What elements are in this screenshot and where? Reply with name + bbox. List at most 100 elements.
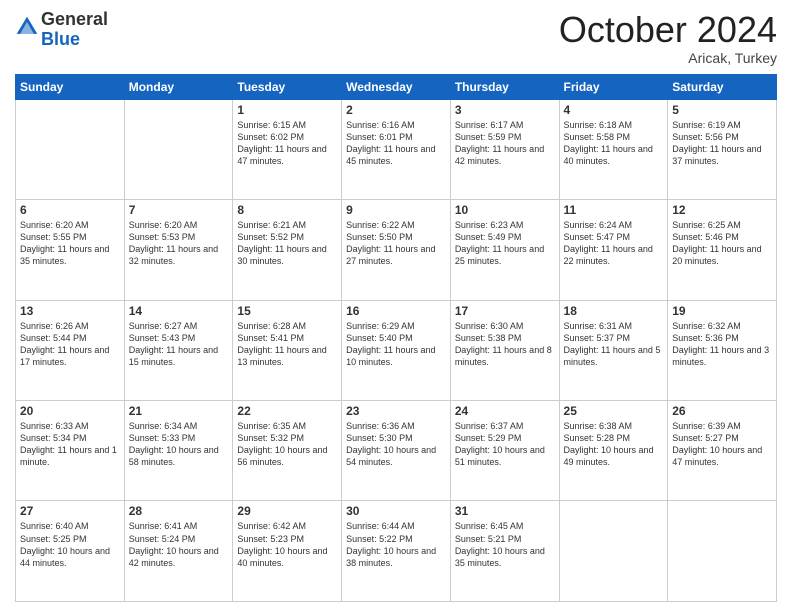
day-cell: 29 Sunrise: 6:42 AM Sunset: 5:23 PM Dayli… bbox=[233, 501, 342, 602]
day-info: Sunrise: 6:16 AM Sunset: 6:01 PM Dayligh… bbox=[346, 119, 446, 168]
day-cell: 6 Sunrise: 6:20 AM Sunset: 5:55 PM Daylig… bbox=[16, 200, 125, 300]
title-block: October 2024 Aricak, Turkey bbox=[559, 10, 777, 66]
day-cell: 22 Sunrise: 6:35 AM Sunset: 5:32 PM Dayli… bbox=[233, 401, 342, 501]
day-info: Sunrise: 6:28 AM Sunset: 5:41 PM Dayligh… bbox=[237, 320, 337, 369]
day-cell: 9 Sunrise: 6:22 AM Sunset: 5:50 PM Daylig… bbox=[342, 200, 451, 300]
col-header-monday: Monday bbox=[124, 74, 233, 99]
day-cell: 2 Sunrise: 6:16 AM Sunset: 6:01 PM Daylig… bbox=[342, 99, 451, 199]
day-cell: 30 Sunrise: 6:44 AM Sunset: 5:22 PM Dayli… bbox=[342, 501, 451, 602]
day-info: Sunrise: 6:39 AM Sunset: 5:27 PM Dayligh… bbox=[672, 420, 772, 469]
day-number: 18 bbox=[564, 304, 664, 318]
day-info: Sunrise: 6:19 AM Sunset: 5:56 PM Dayligh… bbox=[672, 119, 772, 168]
day-cell: 25 Sunrise: 6:38 AM Sunset: 5:28 PM Dayli… bbox=[559, 401, 668, 501]
day-cell: 27Sunrise: 6:40 AM Sunset: 5:25 PM Dayli… bbox=[16, 501, 125, 602]
day-info: Sunrise: 6:25 AM Sunset: 5:46 PM Dayligh… bbox=[672, 219, 772, 268]
day-info: Sunrise: 6:20 AM Sunset: 5:53 PM Dayligh… bbox=[129, 219, 229, 268]
day-cell: 18 Sunrise: 6:31 AM Sunset: 5:37 PM Dayli… bbox=[559, 300, 668, 400]
col-header-saturday: Saturday bbox=[668, 74, 777, 99]
day-cell: 16 Sunrise: 6:29 AM Sunset: 5:40 PM Dayli… bbox=[342, 300, 451, 400]
day-number: 14 bbox=[129, 304, 229, 318]
day-number: 21 bbox=[129, 404, 229, 418]
logo: General Blue bbox=[15, 10, 108, 50]
day-cell: 15 Sunrise: 6:28 AM Sunset: 5:41 PM Dayli… bbox=[233, 300, 342, 400]
calendar-table: SundayMondayTuesdayWednesdayThursdayFrid… bbox=[15, 74, 777, 602]
day-cell: 7Sunrise: 6:20 AM Sunset: 5:53 PM Daylig… bbox=[124, 200, 233, 300]
week-row-1: 1Sunrise: 6:15 AM Sunset: 6:02 PM Daylig… bbox=[16, 99, 777, 199]
day-info: Sunrise: 6:17 AM Sunset: 5:59 PM Dayligh… bbox=[455, 119, 555, 168]
day-number: 3 bbox=[455, 103, 555, 117]
day-info: Sunrise: 6:33 AM Sunset: 5:34 PM Dayligh… bbox=[20, 420, 120, 469]
location: Aricak, Turkey bbox=[559, 50, 777, 66]
week-row-2: 6 Sunrise: 6:20 AM Sunset: 5:55 PM Daylig… bbox=[16, 200, 777, 300]
day-info: Sunrise: 6:31 AM Sunset: 5:37 PM Dayligh… bbox=[564, 320, 664, 369]
day-number: 12 bbox=[672, 203, 772, 217]
day-cell: 13Sunrise: 6:26 AM Sunset: 5:44 PM Dayli… bbox=[16, 300, 125, 400]
week-row-5: 27Sunrise: 6:40 AM Sunset: 5:25 PM Dayli… bbox=[16, 501, 777, 602]
day-info: Sunrise: 6:32 AM Sunset: 5:36 PM Dayligh… bbox=[672, 320, 772, 369]
day-info: Sunrise: 6:37 AM Sunset: 5:29 PM Dayligh… bbox=[455, 420, 555, 469]
day-cell: 8 Sunrise: 6:21 AM Sunset: 5:52 PM Daylig… bbox=[233, 200, 342, 300]
day-number: 1 bbox=[237, 103, 337, 117]
day-number: 23 bbox=[346, 404, 446, 418]
day-number: 16 bbox=[346, 304, 446, 318]
day-cell: 24 Sunrise: 6:37 AM Sunset: 5:29 PM Dayli… bbox=[450, 401, 559, 501]
day-info: Sunrise: 6:38 AM Sunset: 5:28 PM Dayligh… bbox=[564, 420, 664, 469]
day-number: 31 bbox=[455, 504, 555, 518]
day-number: 9 bbox=[346, 203, 446, 217]
day-number: 6 bbox=[20, 203, 120, 217]
day-info: Sunrise: 6:20 AM Sunset: 5:55 PM Dayligh… bbox=[20, 219, 120, 268]
col-header-wednesday: Wednesday bbox=[342, 74, 451, 99]
day-info: Sunrise: 6:34 AM Sunset: 5:33 PM Dayligh… bbox=[129, 420, 229, 469]
day-cell: 4 Sunrise: 6:18 AM Sunset: 5:58 PM Daylig… bbox=[559, 99, 668, 199]
day-info: Sunrise: 6:41 AM Sunset: 5:24 PM Dayligh… bbox=[129, 520, 229, 569]
header: General Blue October 2024 Aricak, Turkey bbox=[15, 10, 777, 66]
week-row-4: 20 Sunrise: 6:33 AM Sunset: 5:34 PM Dayli… bbox=[16, 401, 777, 501]
day-info: Sunrise: 6:36 AM Sunset: 5:30 PM Dayligh… bbox=[346, 420, 446, 469]
page: General Blue October 2024 Aricak, Turkey… bbox=[0, 0, 792, 612]
day-cell bbox=[16, 99, 125, 199]
day-cell: 14Sunrise: 6:27 AM Sunset: 5:43 PM Dayli… bbox=[124, 300, 233, 400]
logo-blue: Blue bbox=[41, 29, 80, 49]
col-header-tuesday: Tuesday bbox=[233, 74, 342, 99]
day-number: 4 bbox=[564, 103, 664, 117]
day-number: 22 bbox=[237, 404, 337, 418]
month-title: October 2024 bbox=[559, 10, 777, 50]
calendar-header-row: SundayMondayTuesdayWednesdayThursdayFrid… bbox=[16, 74, 777, 99]
day-number: 20 bbox=[20, 404, 120, 418]
day-number: 24 bbox=[455, 404, 555, 418]
day-cell: 1Sunrise: 6:15 AM Sunset: 6:02 PM Daylig… bbox=[233, 99, 342, 199]
day-number: 15 bbox=[237, 304, 337, 318]
day-info: Sunrise: 6:45 AM Sunset: 5:21 PM Dayligh… bbox=[455, 520, 555, 569]
day-info: Sunrise: 6:18 AM Sunset: 5:58 PM Dayligh… bbox=[564, 119, 664, 168]
col-header-friday: Friday bbox=[559, 74, 668, 99]
logo-icon bbox=[15, 15, 39, 39]
day-cell: 17 Sunrise: 6:30 AM Sunset: 5:38 PM Dayli… bbox=[450, 300, 559, 400]
day-info: Sunrise: 6:21 AM Sunset: 5:52 PM Dayligh… bbox=[237, 219, 337, 268]
day-cell: 5Sunrise: 6:19 AM Sunset: 5:56 PM Daylig… bbox=[668, 99, 777, 199]
day-info: Sunrise: 6:22 AM Sunset: 5:50 PM Dayligh… bbox=[346, 219, 446, 268]
day-cell: 23 Sunrise: 6:36 AM Sunset: 5:30 PM Dayli… bbox=[342, 401, 451, 501]
day-info: Sunrise: 6:30 AM Sunset: 5:38 PM Dayligh… bbox=[455, 320, 555, 369]
day-number: 17 bbox=[455, 304, 555, 318]
day-cell: 28Sunrise: 6:41 AM Sunset: 5:24 PM Dayli… bbox=[124, 501, 233, 602]
week-row-3: 13Sunrise: 6:26 AM Sunset: 5:44 PM Dayli… bbox=[16, 300, 777, 400]
day-number: 13 bbox=[20, 304, 120, 318]
day-cell: 21 Sunrise: 6:34 AM Sunset: 5:33 PM Dayli… bbox=[124, 401, 233, 501]
day-cell: 10Sunrise: 6:23 AM Sunset: 5:49 PM Dayli… bbox=[450, 200, 559, 300]
day-number: 10 bbox=[455, 203, 555, 217]
day-number: 8 bbox=[237, 203, 337, 217]
day-number: 29 bbox=[237, 504, 337, 518]
day-number: 27 bbox=[20, 504, 120, 518]
day-info: Sunrise: 6:42 AM Sunset: 5:23 PM Dayligh… bbox=[237, 520, 337, 569]
day-info: Sunrise: 6:24 AM Sunset: 5:47 PM Dayligh… bbox=[564, 219, 664, 268]
day-number: 2 bbox=[346, 103, 446, 117]
day-number: 30 bbox=[346, 504, 446, 518]
day-info: Sunrise: 6:35 AM Sunset: 5:32 PM Dayligh… bbox=[237, 420, 337, 469]
day-info: Sunrise: 6:44 AM Sunset: 5:22 PM Dayligh… bbox=[346, 520, 446, 569]
logo-general: General bbox=[41, 9, 108, 29]
day-cell bbox=[124, 99, 233, 199]
day-number: 11 bbox=[564, 203, 664, 217]
day-number: 25 bbox=[564, 404, 664, 418]
day-cell: 3 Sunrise: 6:17 AM Sunset: 5:59 PM Daylig… bbox=[450, 99, 559, 199]
day-info: Sunrise: 6:29 AM Sunset: 5:40 PM Dayligh… bbox=[346, 320, 446, 369]
